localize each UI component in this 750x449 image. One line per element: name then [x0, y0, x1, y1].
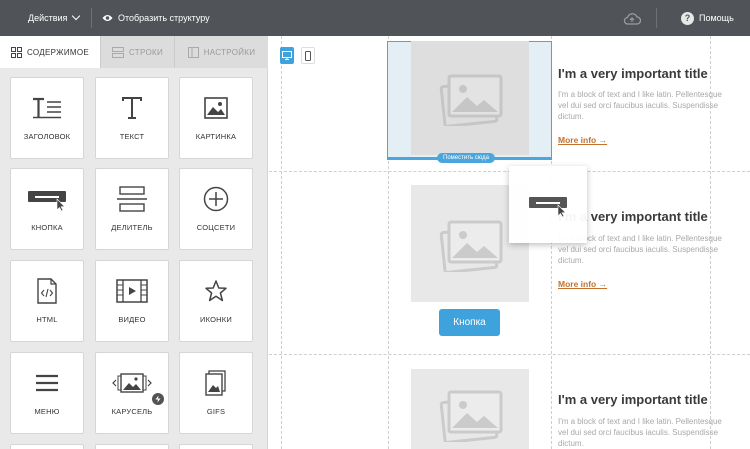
more-info-link[interactable]: More info →: [558, 279, 607, 289]
image-placeholder-icon: [439, 390, 503, 442]
desktop-icon: [282, 51, 292, 60]
html-icon: [37, 278, 57, 304]
block-heading[interactable]: ЗАГОЛОВОК: [10, 77, 84, 159]
block-label: HTML: [36, 315, 58, 324]
show-structure-label: Отобразить структуру: [118, 13, 210, 23]
tab-settings[interactable]: НАСТРОЙКИ: [175, 36, 268, 68]
row-text[interactable]: I'm a block of text and I like latin. Pe…: [558, 416, 728, 449]
desktop-view-button[interactable]: [280, 47, 294, 64]
block-divider[interactable]: ДЕЛИТЕЛЬ: [95, 168, 169, 250]
block-label: ИКОНКИ: [200, 315, 232, 324]
block-partial[interactable]: [95, 444, 169, 449]
divider-icon: [117, 186, 147, 212]
block-image[interactable]: КАРТИНКА: [179, 77, 253, 159]
tab-settings-label: НАСТРОЙКИ: [203, 47, 256, 57]
block-button[interactable]: КНОПКА: [10, 168, 84, 250]
block-label: ВИДЕО: [118, 315, 146, 324]
button-icon: [28, 191, 66, 211]
carousel-icon: [112, 373, 152, 393]
gifs-icon: [205, 370, 226, 396]
help-icon: ?: [681, 11, 694, 25]
tab-content-label: СОДЕРЖИМОЕ: [26, 47, 89, 57]
grid-icon: [10, 46, 22, 58]
divider: [91, 8, 92, 28]
divider: [656, 8, 657, 28]
block-gifs[interactable]: GIFS: [179, 352, 253, 434]
row-title[interactable]: I'm a very important title: [558, 66, 708, 81]
mobile-view-button[interactable]: [301, 47, 315, 64]
block-label: МЕНЮ: [34, 407, 60, 416]
block-label: КАРУСЕЛЬ: [111, 407, 153, 416]
image-placeholder-icon: [439, 220, 503, 272]
block-label: ЗАГОЛОВОК: [23, 132, 71, 141]
row-title[interactable]: I'm a very important title: [558, 392, 708, 407]
block-label: GIFS: [206, 407, 226, 416]
block-label: КНОПКА: [31, 223, 63, 232]
email-canvas: Поместить сюда I'm a very important titl…: [269, 36, 750, 449]
block-label: ДЕЛИТЕЛЬ: [111, 223, 153, 232]
top-bar: Действия Отобразить структуру ? Помощь: [0, 0, 750, 36]
dragged-button-block[interactable]: [509, 166, 587, 243]
block-text[interactable]: ТЕКСТ: [95, 77, 169, 159]
star-icon: [205, 280, 227, 302]
image-placeholder-icon: [439, 74, 503, 126]
row-guide: [269, 354, 750, 355]
tab-rows-label: СТРОКИ: [129, 47, 163, 57]
social-icon: [203, 186, 229, 212]
block-label: СОЦСЕТИ: [196, 223, 236, 232]
menu-icon: [36, 374, 58, 392]
column-guide: [281, 36, 282, 449]
new-badge-icon: [152, 393, 164, 405]
mobile-icon: [305, 50, 311, 61]
heading-icon: [33, 97, 61, 119]
actions-menu[interactable]: Действия: [28, 0, 81, 36]
content-sidebar: СОДЕРЖИМОЕ СТРОКИ НАСТРОЙКИ ЗАГОЛОВОК ТЕ…: [0, 36, 268, 449]
image-placeholder[interactable]: [411, 369, 529, 449]
help-label: Помощь: [699, 13, 734, 23]
rows-icon: [112, 46, 124, 58]
block-html[interactable]: HTML: [10, 260, 84, 342]
block-icons[interactable]: ИКОНКИ: [179, 260, 253, 342]
tab-rows[interactable]: СТРОКИ: [101, 36, 175, 68]
block-partial[interactable]: [10, 444, 84, 449]
block-partial[interactable]: [179, 444, 253, 449]
tab-content[interactable]: СОДЕРЖИМОЕ: [0, 36, 101, 68]
button-icon: [529, 196, 567, 217]
drop-here-label: Поместить сюда: [437, 153, 495, 163]
settings-icon: [187, 46, 199, 58]
eye-icon: [102, 15, 113, 21]
video-icon: [116, 279, 148, 303]
actions-label: Действия: [28, 13, 68, 23]
block-social[interactable]: СОЦСЕТИ: [179, 168, 253, 250]
block-label: КАРТИНКА: [195, 132, 237, 141]
image-placeholder[interactable]: [411, 41, 529, 155]
sidebar-tabs: СОДЕРЖИМОЕ СТРОКИ НАСТРОЙКИ: [0, 36, 268, 68]
more-info-link[interactable]: More info →: [558, 135, 607, 145]
block-label: ТЕКСТ: [119, 132, 145, 141]
show-structure-button[interactable]: Отобразить структуру: [102, 0, 210, 36]
block-video[interactable]: ВИДЕО: [95, 260, 169, 342]
image-icon: [204, 97, 228, 119]
cta-button[interactable]: Кнопка: [439, 309, 500, 336]
text-icon: [122, 97, 142, 119]
chevron-down-icon: [72, 11, 81, 21]
block-menu[interactable]: МЕНЮ: [10, 352, 84, 434]
help-button[interactable]: ? Помощь: [681, 0, 734, 36]
cloud-upload-button[interactable]: [623, 0, 641, 36]
row-text[interactable]: I'm a block of text and I like latin. Pe…: [558, 89, 728, 122]
cloud-upload-icon: [623, 12, 641, 25]
